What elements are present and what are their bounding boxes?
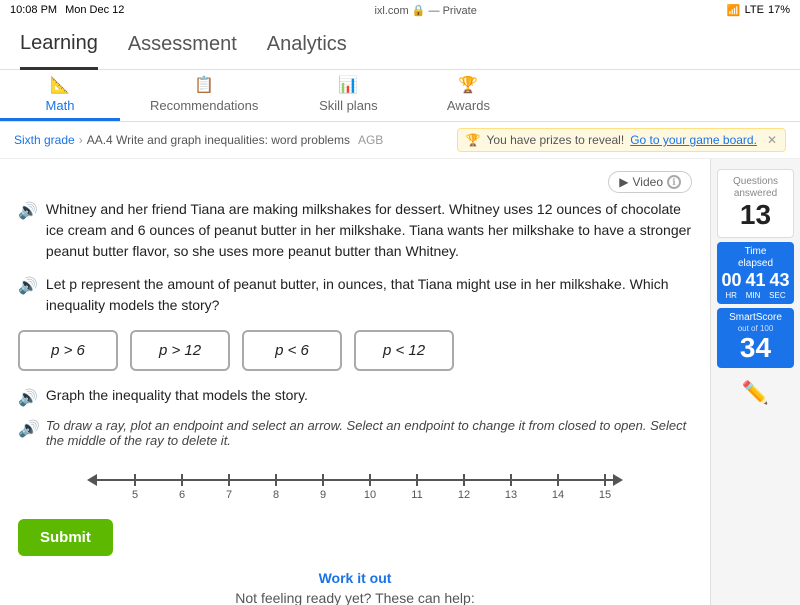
answer-choices: p > 6 p > 12 p < 6 p < 12 bbox=[18, 330, 692, 371]
math-icon: 📐 bbox=[50, 75, 70, 95]
sec-label: SEC bbox=[769, 291, 785, 300]
svg-text:14: 14 bbox=[552, 489, 564, 500]
number-line-svg[interactable]: 5 6 7 8 9 10 11 12 13 14 15 bbox=[28, 460, 682, 500]
tab-skill-plans[interactable]: 📊 Skill plans bbox=[288, 70, 408, 121]
questions-answered-label: Questionsanswered bbox=[722, 176, 789, 200]
awards-icon: 🏆 bbox=[458, 75, 478, 95]
work-it-out-title: Work it out bbox=[18, 570, 692, 586]
recommendations-icon: 📋 bbox=[194, 75, 214, 95]
prize-text: You have prizes to reveal! bbox=[487, 133, 625, 147]
video-play-icon: ▶ bbox=[619, 175, 628, 189]
submit-button[interactable]: Submit bbox=[18, 519, 113, 556]
answer-btn-1[interactable]: p > 6 bbox=[18, 330, 118, 371]
battery-label: 17% bbox=[768, 4, 790, 16]
answer-btn-4[interactable]: p < 12 bbox=[354, 330, 454, 371]
status-bar: 10:08 PM Mon Dec 12 ixl.com 🔒 — Private … bbox=[0, 0, 800, 20]
svg-text:15: 15 bbox=[599, 489, 611, 500]
work-it-out-subtitle: Not feeling ready yet? These can help: bbox=[18, 590, 692, 605]
nav-analytics[interactable]: Analytics bbox=[267, 21, 347, 68]
answer-btn-2[interactable]: p > 12 bbox=[130, 330, 230, 371]
breadcrumb-sep1: › bbox=[79, 133, 83, 147]
question-text: 🔊 Let p represent the amount of peanut b… bbox=[18, 274, 692, 316]
smart-score-label: SmartScore bbox=[721, 312, 790, 324]
problem-text: 🔊 Whitney and her friend Tiana are makin… bbox=[18, 199, 692, 262]
graph-instruction-text: Graph the inequality that models the sto… bbox=[46, 387, 308, 408]
problem-body: Whitney and her friend Tiana are making … bbox=[46, 199, 692, 262]
status-url: ixl.com 🔒 — Private bbox=[374, 4, 476, 17]
time-hr: 00 bbox=[721, 270, 741, 291]
min-label: MIN bbox=[746, 291, 761, 300]
draw-hint: 🔊 To draw a ray, plot an endpoint and se… bbox=[18, 418, 692, 448]
status-day: Mon Dec 12 bbox=[65, 4, 124, 16]
draw-hint-text: To draw a ray, plot an endpoint and sele… bbox=[46, 418, 692, 448]
graph-instruction: 🔊 Graph the inequality that models the s… bbox=[18, 387, 692, 408]
svg-text:11: 11 bbox=[411, 489, 422, 500]
time-unit-row: HR MIN SEC bbox=[721, 291, 790, 300]
svg-text:13: 13 bbox=[505, 489, 517, 500]
answer-btn-3[interactable]: p < 6 bbox=[242, 330, 342, 371]
svg-text:9: 9 bbox=[320, 489, 326, 500]
time-elapsed-box: Timeelapsed 00 41 43 HR MIN SEC bbox=[717, 242, 794, 304]
status-bar-left: 10:08 PM Mon Dec 12 bbox=[10, 4, 124, 16]
video-btn-row: ▶ Video ℹ bbox=[18, 171, 692, 193]
main-wrapper: ▶ Video ℹ 🔊 Whitney and her friend Tiana… bbox=[0, 159, 800, 605]
tab-math[interactable]: 📐 Math bbox=[0, 70, 120, 121]
svg-text:12: 12 bbox=[458, 489, 470, 500]
time-min: 41 bbox=[745, 270, 765, 291]
video-button[interactable]: ▶ Video ℹ bbox=[608, 171, 692, 193]
breadcrumb-skill: AA.4 Write and graph inequalities: word … bbox=[87, 133, 350, 147]
sub-nav: 📐 Math 📋 Recommendations 📊 Skill plans 🏆… bbox=[0, 70, 800, 122]
nav-learning[interactable]: Learning bbox=[20, 20, 98, 70]
hr-label: HR bbox=[725, 291, 737, 300]
question-body: Let p represent the amount of peanut but… bbox=[46, 274, 692, 316]
smart-score-box: SmartScore out of 100 34 bbox=[717, 308, 794, 368]
speaker-icon-1[interactable]: 🔊 bbox=[18, 200, 38, 262]
trophy-icon: 🏆 bbox=[466, 133, 481, 147]
speaker-icon-4[interactable]: 🔊 bbox=[18, 419, 38, 448]
time-sec: 43 bbox=[770, 270, 790, 291]
number-line-container[interactable]: 5 6 7 8 9 10 11 12 13 14 15 bbox=[18, 460, 692, 503]
arrow-right bbox=[613, 474, 623, 486]
questions-answered-count: 13 bbox=[722, 200, 789, 231]
svg-text:7: 7 bbox=[226, 489, 232, 500]
svg-text:10: 10 bbox=[364, 489, 376, 500]
speaker-icon-3[interactable]: 🔊 bbox=[18, 388, 38, 408]
lte-label: LTE bbox=[745, 4, 764, 16]
prize-link[interactable]: Go to your game board. bbox=[630, 133, 757, 147]
smart-score-value: 34 bbox=[721, 333, 790, 364]
time-elapsed-label: Timeelapsed bbox=[721, 246, 790, 270]
signal-icon: 📶 bbox=[727, 4, 741, 17]
tab-awards[interactable]: 🏆 Awards bbox=[408, 70, 528, 121]
content-area: ▶ Video ℹ 🔊 Whitney and her friend Tiana… bbox=[0, 159, 710, 605]
svg-text:5: 5 bbox=[132, 489, 138, 500]
svg-text:6: 6 bbox=[179, 489, 185, 500]
nav-assessment[interactable]: Assessment bbox=[128, 21, 237, 68]
skill-plans-icon: 📊 bbox=[338, 75, 358, 95]
speaker-icon-2[interactable]: 🔊 bbox=[18, 275, 38, 316]
breadcrumb-grade[interactable]: Sixth grade bbox=[14, 133, 75, 147]
questions-answered-box: Questionsanswered 13 bbox=[717, 169, 794, 238]
video-circle-icon: ℹ bbox=[667, 175, 681, 189]
svg-text:8: 8 bbox=[273, 489, 279, 500]
status-time: 10:08 PM bbox=[10, 4, 57, 16]
breadcrumb-bar: Sixth grade › AA.4 Write and graph inequ… bbox=[0, 122, 800, 159]
breadcrumb-code: AGB bbox=[358, 133, 383, 147]
status-icons: 📶 LTE 17% bbox=[727, 4, 790, 17]
close-prize-button[interactable]: ✕ bbox=[767, 133, 777, 147]
breadcrumb: Sixth grade › AA.4 Write and graph inequ… bbox=[14, 133, 383, 147]
time-display: 00 41 43 bbox=[721, 270, 790, 291]
tab-recommendations[interactable]: 📋 Recommendations bbox=[120, 70, 288, 121]
top-nav: Learning Assessment Analytics bbox=[0, 20, 800, 70]
pencil-icon[interactable]: ✏️ bbox=[742, 380, 769, 406]
prize-banner: 🏆 You have prizes to reveal! Go to your … bbox=[457, 128, 786, 152]
right-panel: Questionsanswered 13 Timeelapsed 00 41 4… bbox=[710, 159, 800, 605]
